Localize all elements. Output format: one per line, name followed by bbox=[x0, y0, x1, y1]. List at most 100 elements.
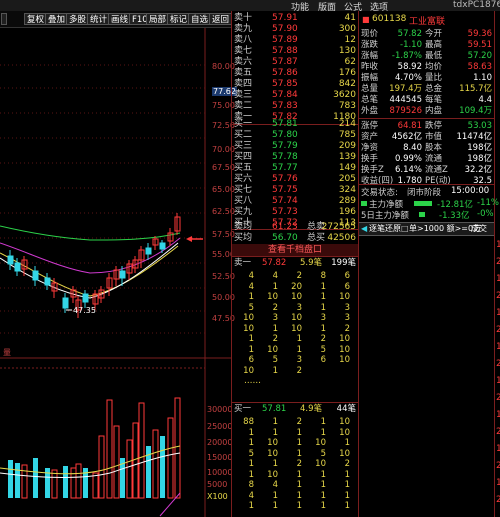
queue-price: 57.82 bbox=[262, 258, 287, 268]
menu-formula[interactable]: 公式 bbox=[344, 0, 362, 13]
buy-level-row[interactable]: 买二 57.80 785 bbox=[232, 130, 358, 141]
edge-cell: 2 bbox=[496, 393, 500, 403]
level-price: 57.78 bbox=[272, 152, 298, 162]
stat-label: 量比 bbox=[425, 73, 443, 83]
sell-level-row[interactable]: 卖八 57.89 12 bbox=[232, 35, 358, 46]
edge-cell: 1 bbox=[496, 308, 500, 318]
queue-cell: 1 bbox=[296, 344, 302, 355]
toolbar-handle[interactable] bbox=[1, 13, 7, 25]
volume-axis-label: 5000 bbox=[207, 480, 228, 489]
view-queue-button[interactable]: 查看千档盘口 bbox=[232, 244, 358, 256]
queue-cell: 20 bbox=[291, 281, 302, 292]
queue-cell: 10 bbox=[339, 344, 350, 355]
queue-cell: 6 bbox=[248, 355, 254, 365]
toolbar-multi-stock-button[interactable]: 多股 bbox=[66, 13, 90, 25]
queue-cell: 1 bbox=[248, 501, 254, 511]
queue-cell: 1 bbox=[272, 501, 278, 511]
edge-cell: 2 bbox=[496, 359, 500, 369]
menu-bar: 功能 版面 公式 选项 tdxPC187680 bbox=[0, 0, 500, 13]
stat-value: 59.51 bbox=[467, 40, 492, 50]
edge-cell: 2 bbox=[496, 495, 500, 505]
queue-cell: 1 bbox=[320, 292, 326, 302]
queue-cell: 1 bbox=[320, 427, 326, 438]
stat-row: 总笔 444545 每笔 4.4 bbox=[359, 95, 494, 106]
queue-cell: 10 bbox=[339, 292, 350, 302]
stat-label: 涨幅 bbox=[361, 51, 379, 61]
stat-label: 股本 bbox=[425, 143, 443, 153]
queue-cell: 1 bbox=[320, 281, 326, 292]
toolbar-stats-button[interactable]: 统计 bbox=[87, 13, 111, 25]
buy-level-row[interactable]: 买六 57.76 205 bbox=[232, 174, 358, 185]
level-label: 卖六 bbox=[234, 57, 253, 67]
menu-layout[interactable]: 版面 bbox=[318, 0, 336, 13]
queue-cell: 1 bbox=[248, 469, 254, 480]
sell-level-row[interactable]: 卖十 57.91 41 bbox=[232, 13, 358, 24]
level-price: 57.84 bbox=[272, 90, 298, 100]
stock-header: ■ 601138 工业富联 bbox=[359, 14, 494, 27]
queue-cell: 4 bbox=[248, 271, 254, 281]
queue-row: 1 10 1 10 1 bbox=[232, 438, 358, 449]
edge-cell: 1 bbox=[496, 376, 500, 386]
toolbar-favorite-button[interactable]: 自选 bbox=[188, 13, 212, 25]
queue-cell: 4 bbox=[248, 281, 254, 292]
toolbar-overlay-button[interactable]: 叠加 bbox=[45, 13, 69, 25]
buy-level-row[interactable]: 买一 57.81 214 bbox=[232, 119, 358, 130]
queue-row: 6 5 3 6 10 bbox=[232, 355, 358, 366]
level-volume: 289 bbox=[338, 196, 356, 206]
toolbar-mark-button[interactable]: 标记 bbox=[167, 13, 191, 25]
stat-row: 净资 8.40 股本 198亿 bbox=[359, 143, 494, 154]
menu-options[interactable]: 选项 bbox=[370, 0, 388, 13]
sell-level-row[interactable]: 卖三 57.84 3620 bbox=[232, 90, 358, 101]
stat-label: 最低 bbox=[425, 51, 443, 61]
buy-level-row[interactable]: 买九 57.73 196 bbox=[232, 207, 358, 218]
stat-value: 57.82 bbox=[397, 29, 422, 39]
sell-level-row[interactable]: 卖二 57.83 783 bbox=[232, 101, 358, 112]
toolbar-adjust-button[interactable]: 复权 bbox=[24, 13, 48, 25]
sell-level-row[interactable]: 卖九 57.90 300 bbox=[232, 24, 358, 35]
queue-header: 卖一 57.82 5.9笔 199笔 bbox=[232, 258, 358, 269]
stat-value: 879526 bbox=[389, 106, 422, 116]
buy-level-row[interactable]: 买五 57.77 149 bbox=[232, 163, 358, 174]
buy-level-row[interactable]: 买四 57.78 139 bbox=[232, 152, 358, 163]
queue-row: 4 1 1 1 1 bbox=[232, 491, 358, 502]
buy-level-row[interactable]: 买七 57.75 324 bbox=[232, 185, 358, 196]
stat-value: 198亿 bbox=[467, 154, 492, 164]
sell-level-row[interactable]: 卖七 57.88 130 bbox=[232, 46, 358, 57]
queue-cell: 2 bbox=[272, 302, 278, 313]
queue-cell: 8 bbox=[320, 271, 326, 281]
buy-level-row[interactable]: 买三 57.79 209 bbox=[232, 141, 358, 152]
buy-average-row: 买均 56.70 总买 42506 bbox=[232, 233, 358, 244]
tab-tick-restore[interactable]: 逐笔还原 bbox=[369, 223, 401, 235]
toolbar-back-button[interactable]: 返回 bbox=[209, 13, 232, 25]
stat-label: 流通 bbox=[425, 154, 443, 164]
queue-cell: 2 bbox=[296, 459, 302, 469]
queue-row: 1 1 1 1 10 bbox=[232, 428, 358, 439]
stat-label: 涨停 bbox=[361, 121, 379, 131]
divider bbox=[494, 11, 495, 517]
queue-cell: 10 bbox=[291, 292, 302, 302]
queue-cell: 4 bbox=[248, 490, 254, 501]
queue-cell: 1 bbox=[344, 490, 350, 501]
queue-cell: 2 bbox=[320, 334, 326, 344]
queue-cell: 1 bbox=[296, 427, 302, 438]
queue-cell: 1 bbox=[272, 365, 278, 376]
divider bbox=[359, 118, 494, 119]
menu-function[interactable]: 功能 bbox=[291, 0, 309, 13]
sell-avg-price: 61.23 bbox=[272, 222, 298, 232]
buy-level-row[interactable]: 买八 57.74 289 bbox=[232, 196, 358, 207]
kline-chart[interactable]: 47.35 量 bbox=[0, 28, 232, 517]
queue-cell: 1 bbox=[320, 501, 326, 511]
queue-level-label: 买一 bbox=[234, 404, 252, 414]
tick-filter-checkbox[interactable]: □ bbox=[401, 223, 409, 235]
sell-level-row[interactable]: 卖四 57.85 842 bbox=[232, 79, 358, 90]
sell-level-row[interactable]: 卖五 57.86 176 bbox=[232, 68, 358, 79]
toolbar-local-button[interactable]: 局部 bbox=[146, 13, 170, 25]
queue-cell: 1 bbox=[248, 344, 254, 355]
toolbar-draw-button[interactable]: 画线 bbox=[108, 13, 132, 25]
edge-cell: 1 bbox=[496, 342, 500, 352]
chevron-icon[interactable]: ◀ bbox=[361, 223, 367, 235]
stat-value: 59.36 bbox=[467, 29, 492, 39]
queue-cell: 6 bbox=[320, 355, 326, 365]
sell-level-row[interactable]: 卖六 57.87 62 bbox=[232, 57, 358, 68]
tab-trades[interactable]: 成交 bbox=[471, 223, 487, 235]
